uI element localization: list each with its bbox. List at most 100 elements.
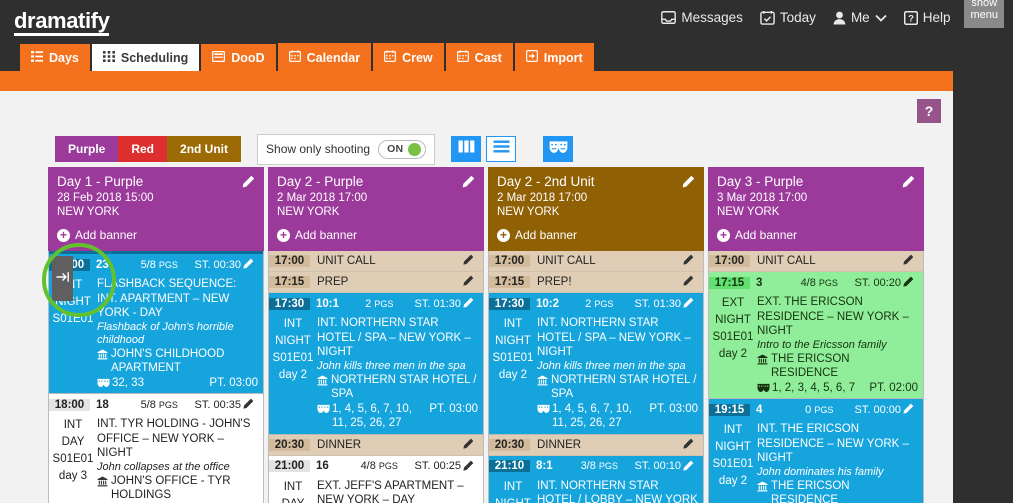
day-title: Day 1 - Purple [57, 174, 144, 189]
scene-details: INT. THE ERICSON RESIDENCE – NEW YORK – … [757, 420, 923, 503]
scene-episode: S01E01 [712, 331, 754, 343]
scene-slugline: INT. NORTHERN STAR HOTEL / SPA – NEW YOR… [537, 317, 691, 358]
view-mode-buttons [451, 136, 517, 162]
unit-button-red[interactable]: Red [118, 136, 168, 162]
scene-meta: INT NIGHT [489, 477, 537, 503]
edit-banner-pencil-icon[interactable] [462, 275, 474, 290]
scene-header: 17:30 10:1 2 PGS ST. 01:30 [269, 293, 483, 314]
scene-time: 21:10 [489, 460, 530, 472]
scene-card[interactable]: 17:30 10:2 2 PGS ST. 01:30 INT NIGHT S01… [489, 293, 703, 435]
scene-pages: 5/8 PGS [140, 258, 178, 271]
scene-card[interactable]: 18:00 18 5/8 PGS ST. 00:35 INT DAY S01E0… [49, 394, 263, 503]
banner-row[interactable]: 20:30 DINNER [489, 434, 703, 456]
banner-time: 20:30 [269, 438, 310, 451]
day-location: NEW YORK [717, 206, 780, 218]
edit-scene-pencil-icon[interactable] [242, 258, 254, 273]
banner-row[interactable]: 20:30 DINNER [269, 434, 483, 456]
banner-time: 17:00 [489, 255, 530, 267]
scene-int-ext: INT [503, 318, 523, 330]
banner-row[interactable]: 17:00 UNIT CALL [709, 251, 923, 272]
scene-slugline: INT. TYR HOLDING - JOHN'S OFFICE – NEW Y… [97, 418, 251, 459]
edit-scene-pencil-icon[interactable] [682, 297, 694, 312]
day-title: Day 3 - Purple [717, 174, 804, 189]
nav-today[interactable]: Today [760, 10, 816, 25]
day-location: NEW YORK [497, 206, 560, 218]
nav-me[interactable]: Me [833, 10, 887, 25]
banner-row[interactable]: 17:00 UNIT CALL [489, 251, 703, 272]
tab-cast[interactable]: Cast [445, 43, 513, 71]
scene-episode: S01E01 [272, 352, 314, 364]
edit-scene-pencil-icon[interactable] [462, 460, 474, 475]
view-columns-button[interactable] [451, 136, 482, 162]
add-banner-button[interactable]: + Add banner [57, 228, 255, 242]
tab-days[interactable]: Days [20, 44, 90, 71]
app-logo[interactable]: dramatify [14, 4, 110, 36]
add-banner-button[interactable]: + Add banner [277, 228, 475, 242]
banner-label: PREP [317, 276, 349, 288]
day-date: 3 Mar 2018 17:00 [717, 192, 808, 204]
edit-banner-pencil-icon[interactable] [902, 254, 914, 269]
tab-calendar[interactable]: Calendar [277, 43, 372, 71]
day-column-header: Day 2 - Purple 2 Mar 2018 17:00 NEW YORK… [268, 167, 484, 251]
banner-row[interactable]: 17:15 PREP [269, 272, 483, 293]
tab-import[interactable]: Import [514, 43, 594, 71]
banner-row[interactable]: 17:15 PREP! [489, 272, 703, 293]
edit-scene-pencil-icon[interactable] [242, 398, 254, 413]
cast-masks-button[interactable] [543, 136, 574, 162]
edit-day-pencil-icon[interactable] [241, 175, 255, 194]
add-banner-button[interactable]: + Add banner [717, 228, 915, 242]
edit-scene-pencil-icon[interactable] [462, 297, 474, 312]
day-column-body: 17:00 UNIT CALL 17:15 3 4/8 PGS ST. 00:2… [708, 251, 924, 503]
scene-story-day: day 2 [278, 369, 308, 381]
scene-card[interactable]: 17:15 3 4/8 PGS ST. 00:20 EXT NIGHT S01E… [709, 272, 923, 399]
page-help-button[interactable]: ? [917, 99, 941, 123]
scene-pages: 4/8 PGS [360, 460, 398, 472]
collapse-sidebar-handle[interactable] [52, 256, 73, 301]
nav-messages-label: Messages [681, 10, 743, 25]
banner-label: DINNER [537, 438, 582, 451]
edit-day-pencil-icon[interactable] [461, 175, 475, 194]
table-icon [212, 50, 226, 65]
scene-cast-numbers: 1, 2, 3, 4, 5, 6, 7 [772, 381, 856, 394]
show-only-shooting-toggle[interactable]: ON [378, 139, 427, 159]
scene-int-ext: INT [63, 419, 83, 431]
scene-episode: S01E01 [52, 453, 94, 465]
edit-day-pencil-icon[interactable] [901, 175, 915, 194]
scene-time: 17:30 [489, 297, 530, 310]
main-tab-bar: Days Scheduling DooD Calendar Crew Cast [0, 38, 1013, 71]
edit-scene-pencil-icon[interactable] [902, 276, 914, 291]
unit-button-purple[interactable]: Purple [55, 136, 119, 162]
scene-slugline: INT. NORTHERN STAR HOTEL / LOBBY – NEW Y… [537, 479, 698, 503]
scene-meta: INT DAY [269, 477, 317, 503]
tab-scheduling[interactable]: Scheduling [91, 44, 200, 71]
view-list-button[interactable] [486, 136, 517, 162]
scene-card[interactable]: 15:00 23 5/8 PGS ST. 00:30 INT NIGHT S01… [49, 254, 263, 394]
scene-header: 21:10 8:1 3/8 PGS ST. 00:10 [489, 455, 703, 477]
edit-banner-pencil-icon[interactable] [462, 254, 474, 269]
scene-card[interactable]: 19:15 4 0 PGS ST. 00:00 INT NIGHT S01E01 [709, 399, 923, 503]
edit-banner-pencil-icon[interactable] [682, 438, 694, 453]
scene-pages: 2 PGS [585, 297, 614, 310]
day-date: 2 Mar 2018 17:00 [497, 192, 588, 204]
banner-row[interactable]: 17:00 UNIT CALL [269, 251, 483, 272]
edit-scene-pencil-icon[interactable] [902, 403, 914, 418]
edit-banner-pencil-icon[interactable] [462, 438, 474, 453]
tab-dood[interactable]: DooD [201, 44, 276, 71]
tab-crew[interactable]: Crew [373, 43, 444, 71]
edit-banner-pencil-icon[interactable] [682, 275, 694, 290]
calendar-icon [384, 50, 397, 65]
show-menu-button[interactable]: show menu [964, 0, 1004, 28]
scene-card[interactable]: 21:10 8:1 3/8 PGS ST. 00:10 INT NIGHT [489, 455, 703, 503]
scene-card[interactable]: 17:30 10:1 2 PGS ST. 01:30 INT NIGHT S01… [269, 293, 483, 435]
scene-card[interactable]: 21:00 16 4/8 PGS ST. 00:25 INT DAY [269, 455, 483, 503]
add-banner-button[interactable]: + Add banner [497, 228, 695, 242]
nav-help[interactable]: ? Help [903, 10, 950, 25]
edit-banner-pencil-icon[interactable] [682, 254, 694, 269]
nav-messages[interactable]: Messages [661, 10, 743, 25]
unit-button-2nd[interactable]: 2nd Unit [167, 136, 242, 162]
edit-day-pencil-icon[interactable] [681, 175, 695, 194]
tab-cast-label: Cast [474, 50, 502, 65]
edit-scene-pencil-icon[interactable] [682, 460, 694, 475]
plus-circle-icon: + [277, 228, 290, 242]
show-menu-line2: menu [970, 9, 998, 21]
